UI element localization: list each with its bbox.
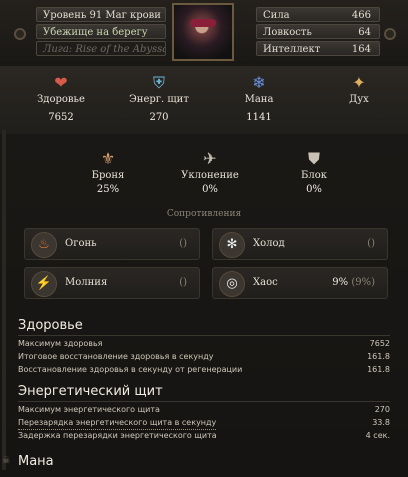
attribute-label: Интеллект [263,44,321,55]
resistance-current: 9% [332,277,349,288]
stat-row-value: 161.8 [367,352,390,361]
section-title: Мана [18,454,54,469]
resistance-label: Хаос [253,277,278,288]
attribute-dexterity: Ловкость 64 [256,24,380,39]
resistance-value: 9% (9%) [332,277,375,288]
resistance-max: () [367,238,375,249]
attribute-value: 64 [358,27,371,38]
stat-value: 7652 [48,112,74,123]
resistance-label: Холод [253,238,285,249]
section-mana: Мана [18,454,390,469]
defence-armour[interactable]: ⚜ Броня 25% [62,144,154,196]
attribute-label: Сила [263,10,290,21]
cold-icon: ✻ [219,232,245,258]
stat-row-value: 270 [374,405,390,414]
lightning-icon: ⚡ [31,271,57,297]
defence-block[interactable]: ⛊ Блок 0% [268,144,360,196]
divider [18,335,390,336]
stat-row-label: Итоговое восстановление здоровья в секун… [18,352,214,361]
resistance-fire[interactable]: ♨ Огонь () [24,228,200,260]
resistance-lightning[interactable]: ⚡ Молния () [24,267,200,299]
stat-row-label: Максимум энергетического щита [18,405,160,414]
stat-row[interactable]: Перезарядка энергетического щита в секун… [18,417,390,430]
league-label: Лига: Rise of the Abyssal [36,41,166,56]
resistance-value: () [367,238,375,249]
fire-icon: ♨ [31,232,57,258]
stat-row-label: Задержка перезарядки энергетического щит… [18,431,217,440]
stat-label: Мана [244,94,274,105]
resistance-chaos[interactable]: ◎ Хаос 9% (9%) [212,267,388,299]
defence-value: 0% [202,184,218,195]
resistance-value: () [179,238,187,249]
armour-icon: ⚜ [100,149,116,168]
stat-row[interactable]: Восстановление здоровья в секунду от рег… [18,364,390,376]
stat-life[interactable]: ❤ Здоровье 7652 [20,70,102,128]
resistance-max: () [179,277,187,288]
character-header: Уровень 91 Маг крови Убежище на берегу Л… [0,0,408,68]
resistance-label: Молния [65,277,108,288]
resistances-title: Сопротивления [166,209,242,219]
stat-row-label: Восстановление здоровья в секунду от рег… [18,365,243,374]
stat-row-value: 161.8 [367,365,390,374]
stat-row-value: 33.8 [372,418,390,427]
block-icon: ⛊ [307,149,320,168]
character-portrait [172,3,234,61]
mana-icon: ❄ [252,73,266,92]
chaos-icon: ◎ [219,271,245,297]
stat-value: 1141 [246,112,272,123]
stat-row[interactable]: Максимум здоровья 7652 [18,338,390,350]
stat-row[interactable]: Задержка перезарядки энергетического щит… [18,430,390,442]
stat-label: Энерг. щит [129,94,189,105]
stat-row-label: Перезарядка энергетического щита в секун… [18,417,217,430]
evasion-icon: ✈ [203,149,217,168]
spirit-icon: ✦ [352,73,366,92]
stat-spirit[interactable]: ✦ Дух [318,70,400,128]
resistance-max: (9%) [351,277,375,288]
area-label: Убежище на берегу [36,24,166,39]
ornament-ring-right [384,28,396,40]
section-title: Здоровье [18,318,83,333]
resistance-value: () [179,277,187,288]
level-class-label: Уровень 91 Маг крови [36,7,166,22]
divider [18,401,390,402]
skull-icon: ☠ [2,456,11,466]
section-energy-shield: Энергетический щит [18,384,390,399]
resistance-max: () [179,238,187,249]
defence-label: Уклонение [181,170,239,181]
stat-row[interactable]: Максимум энергетического щита 270 [18,404,390,416]
character-stats-panel: Уровень 91 Маг крови Убежище на берегу Л… [0,0,408,477]
attribute-intelligence: Интеллект 164 [256,41,380,56]
stat-energy-shield[interactable]: ⛨ Энерг. щит 270 [118,70,200,128]
resistance-cold[interactable]: ✻ Холод () [212,228,388,260]
attribute-strength: Сила 466 [256,7,380,22]
section-life: Здоровье [18,318,390,333]
defence-label: Броня [91,170,125,181]
stat-mana[interactable]: ❄ Мана 1141 [218,70,300,128]
stat-row-value: 4 сек. [365,431,390,440]
defence-value: 25% [96,184,120,195]
defence-value: 0% [306,184,322,195]
attribute-value: 466 [351,10,371,21]
stat-row-value: 7652 [369,339,390,348]
energy-shield-icon: ⛨ [152,73,165,92]
scrollbar-track[interactable] [2,130,6,470]
stat-row[interactable]: Итоговое восстановление здоровья в секун… [18,351,390,363]
attribute-value: 164 [351,44,371,55]
ornament-ring-left [14,28,26,40]
stat-label: Здоровье [37,94,85,105]
resistance-label: Огонь [65,238,97,249]
stat-label: Дух [349,94,369,105]
attribute-label: Ловкость [263,27,312,38]
stat-value: 270 [149,112,169,123]
stat-row-label: Максимум здоровья [18,339,103,348]
defence-label: Блок [301,170,327,181]
defence-evasion[interactable]: ✈ Уклонение 0% [164,144,256,196]
section-title: Энергетический щит [18,384,163,399]
heart-icon: ❤ [54,73,68,92]
